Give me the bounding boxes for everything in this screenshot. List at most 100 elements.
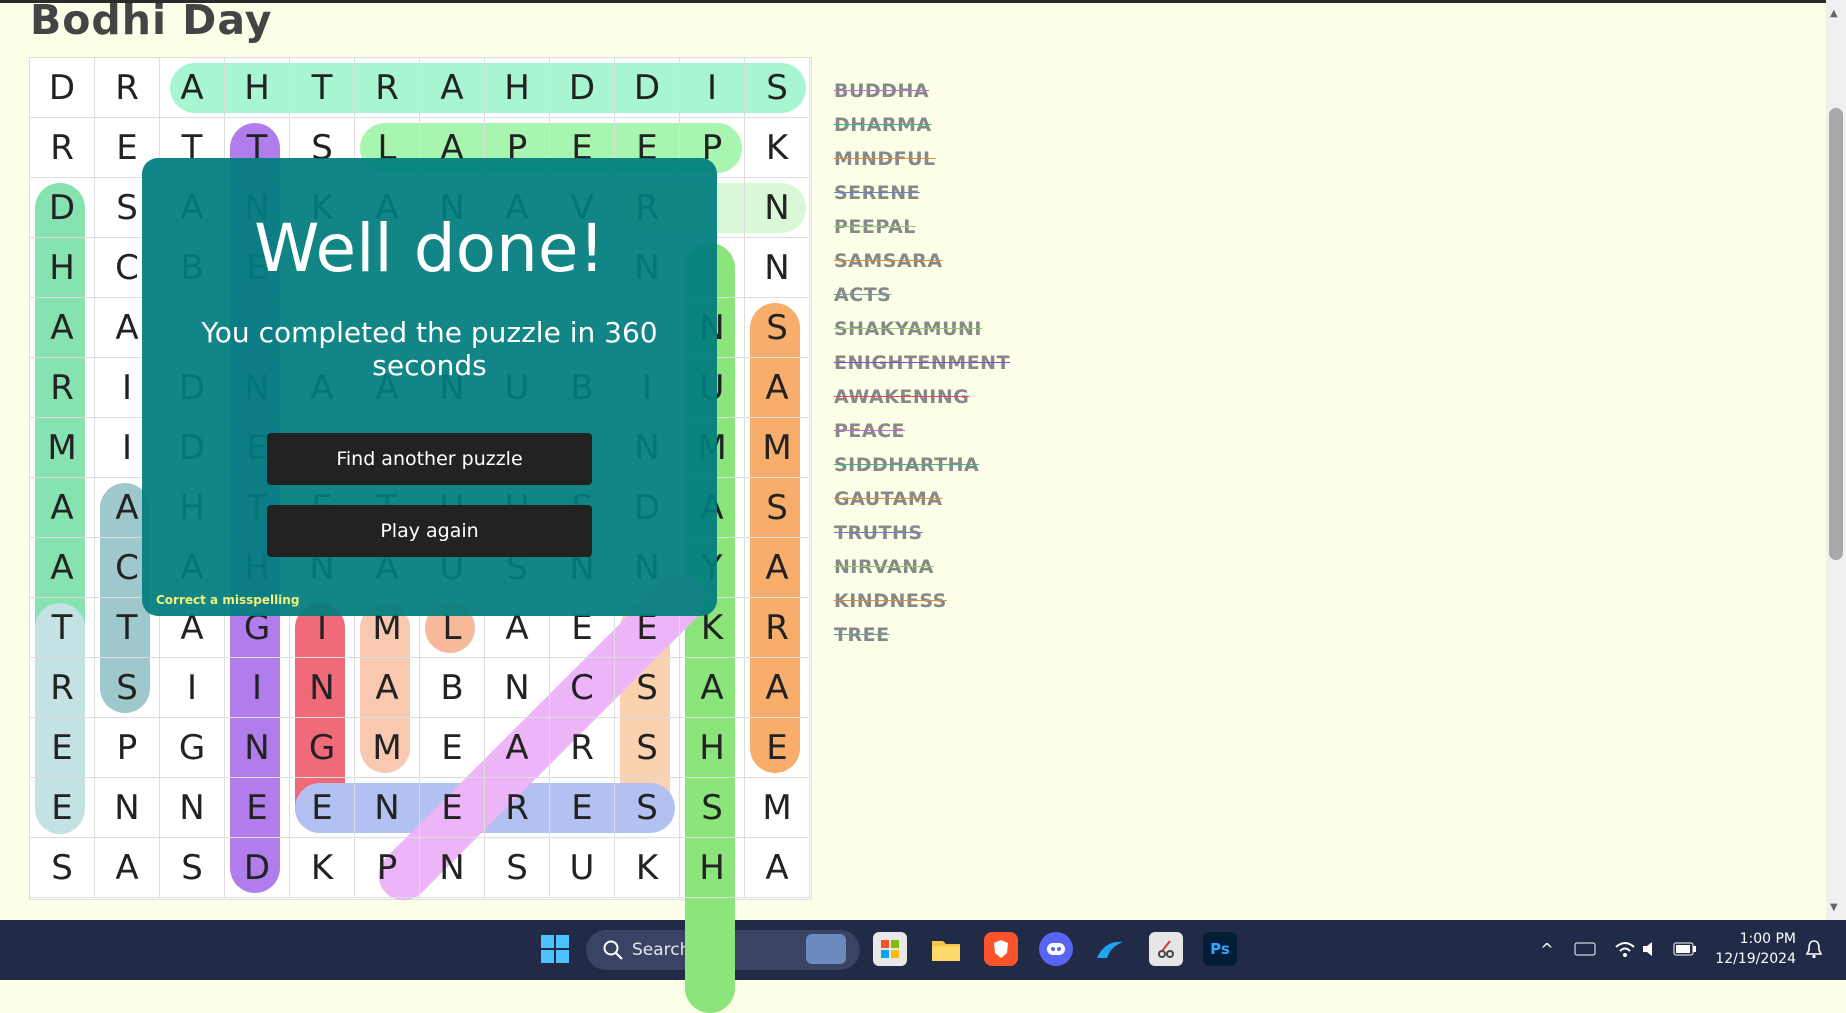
grid-cell[interactable]: E: [225, 778, 290, 838]
grid-cell[interactable]: N: [290, 658, 355, 718]
grid-cell[interactable]: S: [745, 298, 810, 358]
grid-cell[interactable]: N: [745, 178, 810, 238]
play-again-button[interactable]: Play again: [267, 505, 592, 557]
grid-cell[interactable]: S: [485, 838, 550, 898]
grid-cell[interactable]: N: [225, 718, 290, 778]
grid-cell[interactable]: B: [420, 658, 485, 718]
grid-cell[interactable]: U: [550, 838, 615, 898]
grid-cell[interactable]: H: [225, 58, 290, 118]
battery-icon[interactable]: [1668, 932, 1702, 966]
microsoft-store-icon[interactable]: [873, 932, 907, 966]
grid-cell[interactable]: D: [225, 838, 290, 898]
grid-cell[interactable]: S: [745, 58, 810, 118]
grid-cell[interactable]: M: [30, 418, 95, 478]
taskbar-clock[interactable]: 1:00 PM 12/19/2024: [1706, 929, 1796, 969]
grid-cell[interactable]: I: [680, 58, 745, 118]
grid-cell[interactable]: N: [485, 658, 550, 718]
grid-cell[interactable]: N: [745, 238, 810, 298]
grid-cell[interactable]: A: [30, 538, 95, 598]
windows-start-icon[interactable]: [538, 932, 572, 966]
photoshop-icon[interactable]: Ps: [1203, 932, 1237, 966]
grid-cell[interactable]: P: [95, 718, 160, 778]
chevron-up-icon[interactable]: ^: [1530, 932, 1564, 966]
file-explorer-icon[interactable]: [929, 932, 963, 966]
grid-cell[interactable]: H: [30, 238, 95, 298]
grid-cell[interactable]: N: [420, 838, 485, 898]
grid-cell[interactable]: A: [95, 838, 160, 898]
grid-cell[interactable]: E: [745, 718, 810, 778]
grid-cell[interactable]: R: [355, 58, 420, 118]
grid-cell[interactable]: E: [420, 718, 485, 778]
grid-cell[interactable]: R: [95, 58, 160, 118]
grid-cell[interactable]: E: [290, 778, 355, 838]
volume-icon[interactable]: [1634, 932, 1668, 966]
grid-cell[interactable]: S: [95, 658, 160, 718]
grid-cell[interactable]: S: [745, 478, 810, 538]
grid-cell[interactable]: E: [550, 778, 615, 838]
grid-cell[interactable]: H: [680, 838, 745, 898]
keyboard-icon[interactable]: [1568, 932, 1602, 966]
grid-cell[interactable]: E: [420, 778, 485, 838]
scroll-down-arrow-icon[interactable]: ▼: [1830, 902, 1838, 913]
grid-cell[interactable]: A: [30, 298, 95, 358]
grid-cell[interactable]: A: [30, 478, 95, 538]
grid-cell[interactable]: D: [30, 58, 95, 118]
grid-cell[interactable]: R: [30, 358, 95, 418]
grid-cell[interactable]: N: [355, 778, 420, 838]
grid-cell[interactable]: A: [745, 658, 810, 718]
grid-cell[interactable]: A: [745, 538, 810, 598]
grid-cell[interactable]: K: [615, 838, 680, 898]
grid-cell[interactable]: I: [225, 658, 290, 718]
bluesky-icon[interactable]: [1093, 932, 1127, 966]
grid-cell[interactable]: H: [485, 58, 550, 118]
grid-cell[interactable]: D: [550, 58, 615, 118]
grid-cell[interactable]: M: [355, 718, 420, 778]
grid-cell[interactable]: C: [550, 658, 615, 718]
grid-cell[interactable]: R: [745, 598, 810, 658]
grid-cell[interactable]: K: [290, 838, 355, 898]
scroll-thumb[interactable]: [1829, 108, 1843, 560]
grid-cell[interactable]: P: [355, 838, 420, 898]
notification-bell-icon[interactable]: [1797, 932, 1831, 966]
grid-cell[interactable]: E: [30, 778, 95, 838]
grid-cell[interactable]: S: [160, 838, 225, 898]
grid-cell[interactable]: G: [160, 718, 225, 778]
grid-cell[interactable]: A: [420, 58, 485, 118]
brave-browser-icon[interactable]: [984, 932, 1018, 966]
grid-cell[interactable]: R: [485, 778, 550, 838]
grid-cell[interactable]: T: [290, 58, 355, 118]
grid-cell[interactable]: K: [745, 118, 810, 178]
snipping-tool-icon[interactable]: [1149, 932, 1183, 966]
grid-cell[interactable]: S: [615, 718, 680, 778]
find-another-puzzle-button[interactable]: Find another puzzle: [267, 433, 592, 485]
correct-misspelling-link[interactable]: Correct a misspelling: [156, 593, 299, 607]
grid-cell[interactable]: D: [30, 178, 95, 238]
grid-cell[interactable]: R: [30, 658, 95, 718]
grid-cell[interactable]: T: [30, 598, 95, 658]
grid-cell[interactable]: S: [680, 778, 745, 838]
grid-cell[interactable]: R: [30, 118, 95, 178]
grid-cell[interactable]: A: [160, 58, 225, 118]
grid-cell[interactable]: D: [615, 58, 680, 118]
grid-cell[interactable]: N: [95, 778, 160, 838]
scroll-up-arrow-icon[interactable]: ▲: [1830, 8, 1838, 19]
grid-cell[interactable]: A: [745, 838, 810, 898]
found-word: DHARMA: [834, 114, 932, 136]
grid-cell[interactable]: R: [550, 718, 615, 778]
grid-cell[interactable]: H: [680, 718, 745, 778]
grid-cell[interactable]: A: [355, 658, 420, 718]
found-word: NIRVANA: [834, 556, 934, 578]
grid-cell[interactable]: A: [485, 718, 550, 778]
grid-cell[interactable]: M: [745, 778, 810, 838]
discord-icon[interactable]: [1039, 932, 1073, 966]
grid-cell[interactable]: G: [290, 718, 355, 778]
grid-cell[interactable]: S: [615, 658, 680, 718]
grid-cell[interactable]: I: [160, 658, 225, 718]
grid-cell[interactable]: S: [615, 778, 680, 838]
grid-cell[interactable]: M: [745, 418, 810, 478]
grid-cell[interactable]: N: [160, 778, 225, 838]
grid-cell[interactable]: A: [745, 358, 810, 418]
grid-cell[interactable]: S: [30, 838, 95, 898]
grid-cell[interactable]: E: [30, 718, 95, 778]
grid-cell[interactable]: A: [680, 658, 745, 718]
